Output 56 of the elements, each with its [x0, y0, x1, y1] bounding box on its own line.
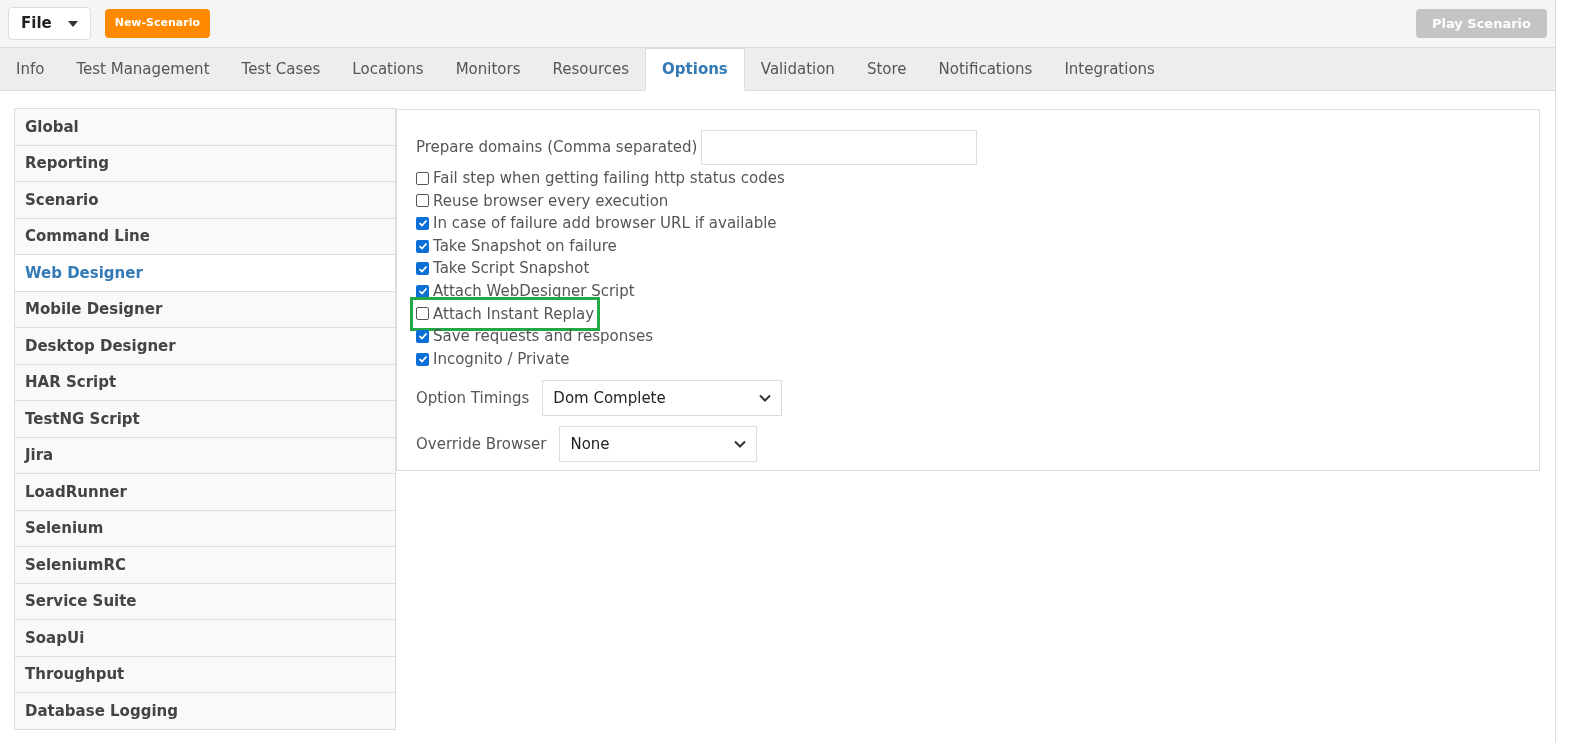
sidebar-item[interactable]: Scenario	[14, 181, 396, 219]
sidebar-item[interactable]: SeleniumRC	[14, 546, 396, 584]
checkbox-label: Attach Instant Replay	[433, 303, 595, 325]
sidebar-item[interactable]: Service Suite	[14, 582, 396, 620]
tab[interactable]: Locations	[336, 48, 440, 90]
sidebar-item[interactable]: Reporting	[14, 144, 396, 182]
tab[interactable]: Resources	[536, 48, 646, 90]
checkbox[interactable]	[416, 352, 429, 366]
checkbox-label: Attach WebDesigner Script	[433, 281, 635, 302]
sidebar-item[interactable]: Desktop Designer	[14, 327, 396, 365]
caret-icon	[67, 20, 78, 27]
tab[interactable]: Info	[0, 48, 61, 90]
checkbox-label: In case of failure add browser URL if available	[433, 213, 777, 235]
sidebar-item[interactable]: HAR Script	[14, 363, 396, 401]
sidebar-item[interactable]: Throughput	[14, 655, 396, 693]
tab[interactable]: Integrations	[1048, 48, 1171, 90]
tab[interactable]: Options	[645, 48, 745, 91]
field-label: Option Timings	[416, 388, 530, 410]
sidebar-item[interactable]: SoapUi	[14, 619, 396, 657]
checkbox-label: Take Snapshot on failure	[433, 235, 617, 257]
dropdown[interactable]: Dom Complete	[542, 380, 783, 417]
checkbox-label: Incognito / Private	[433, 348, 570, 370]
checkbox[interactable]	[416, 284, 429, 298]
sidebar-item[interactable]: Web Designer	[14, 254, 396, 292]
dropdown[interactable]: None	[559, 426, 758, 463]
sidebar-item[interactable]: Database Logging	[14, 692, 396, 730]
prepare-domains-field[interactable]	[701, 130, 978, 165]
tab[interactable]: Notifications	[922, 48, 1049, 90]
checkbox[interactable]	[416, 307, 429, 321]
tab[interactable]: Monitors	[439, 48, 537, 90]
tab[interactable]: Test Cases	[225, 48, 337, 90]
sidebar-item[interactable]: Jira	[14, 436, 396, 474]
sidebar-item[interactable]: Command Line	[14, 217, 396, 255]
chevron-down-icon	[734, 440, 747, 449]
checkbox-label: Save requests and responses	[433, 326, 654, 348]
checkbox-label: Fail step when getting failing http status codes	[433, 168, 785, 190]
checkbox-label: Take Script Snapshot	[433, 258, 590, 280]
sidebar-item[interactable]: Selenium	[14, 509, 396, 547]
checkbox[interactable]	[416, 262, 429, 276]
tab[interactable]: Validation	[744, 48, 851, 90]
checkbox[interactable]	[416, 171, 429, 185]
checkbox-label: Reuse browser every execution	[433, 190, 669, 212]
checkbox[interactable]	[416, 194, 429, 208]
chevron-down-icon	[759, 394, 772, 403]
tab[interactable]: Test Management	[60, 48, 226, 90]
field-label: Override Browser	[416, 434, 547, 456]
tab[interactable]: Store	[850, 48, 923, 90]
file-menu-button[interactable]: File	[8, 7, 91, 40]
field-label: Prepare domains (Comma separated)	[416, 137, 698, 159]
checkbox[interactable]	[416, 217, 429, 230]
file-menu-label: File	[21, 13, 52, 35]
sidebar-item[interactable]: LoadRunner	[14, 473, 396, 511]
sidebar-item[interactable]: Global	[14, 108, 396, 146]
sidebar-item[interactable]: TestNG Script	[14, 400, 396, 438]
checkbox[interactable]	[416, 239, 429, 253]
sidebar-item[interactable]: Mobile Designer	[14, 290, 396, 328]
